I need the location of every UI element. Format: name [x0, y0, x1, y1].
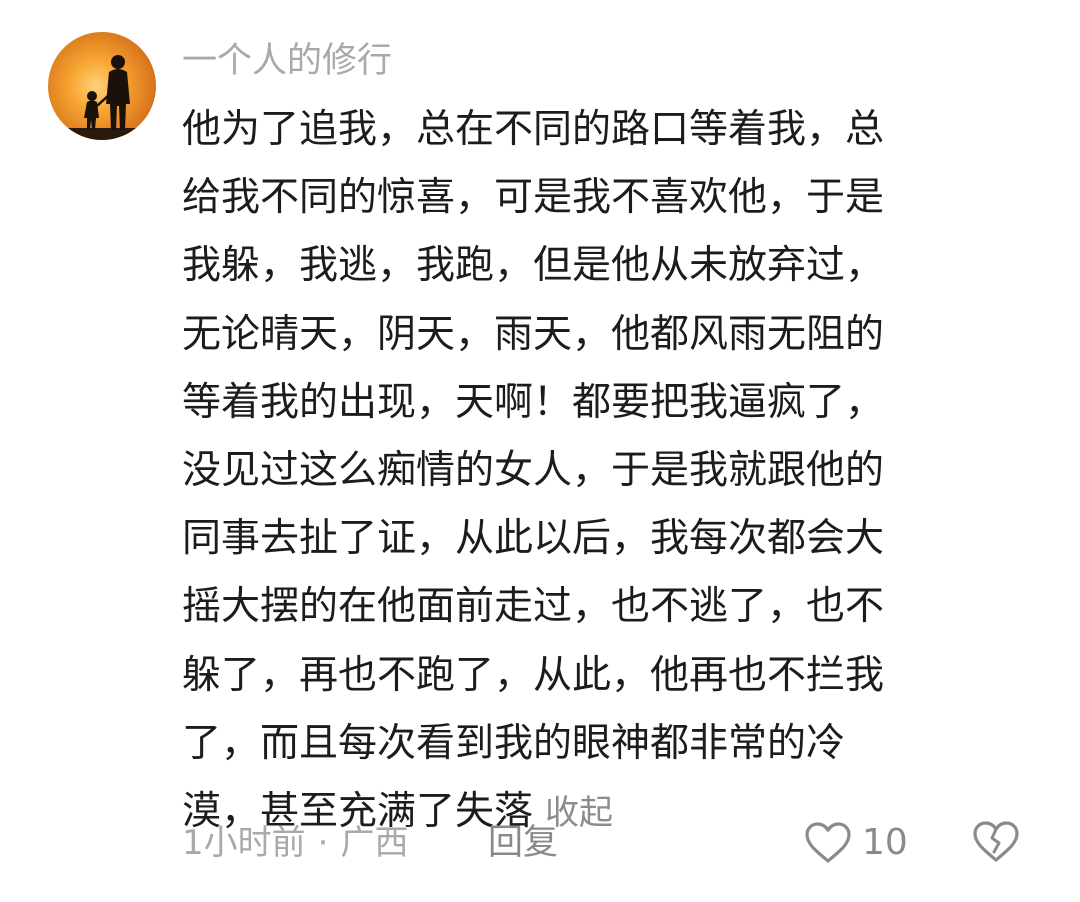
heart-outline-icon — [805, 822, 851, 863]
meta-separator: · — [317, 823, 329, 863]
reply-button[interactable]: 回复 — [488, 816, 558, 870]
comment-line: 他为了追我，总在不同的路口等着我，总 — [182, 107, 885, 152]
comment-text: 他为了追我，总在不同的路口等着我，总 给我不同的惊喜，可是我不喜欢他，于是 我躲… — [182, 96, 1012, 846]
comment-line: 等着我的出现，天啊！都要把我逼疯了， — [182, 379, 885, 425]
comment-time: 1小时前 — [182, 823, 306, 863]
silhouette-sunset-avatar-icon — [48, 32, 156, 140]
comment-meta: 1小时前 · 广西 — [182, 816, 408, 870]
comment-line: 我躲，我逃，我跑，但是他从未放弃过， — [182, 243, 885, 289]
comment-line: 给我不同的惊喜，可是我不喜欢他，于是 — [182, 175, 885, 221]
comment-line: 同事去扯了证，从此以后，我每次都会大 — [182, 516, 885, 562]
dislike-button[interactable] — [972, 819, 1020, 869]
user-avatar[interactable] — [48, 32, 156, 140]
comment-footer: 1小时前 · 广西 回复 10 — [182, 816, 1042, 870]
broken-heart-icon — [973, 821, 1019, 862]
comment-location: 广西 — [340, 823, 409, 863]
comment-line: 了，而且每次看到我的眼神都非常的冷 — [182, 720, 846, 766]
username[interactable]: 一个人的修行 — [182, 36, 392, 86]
comment-line: 摇大摆的在他面前走过，也不逃了，也不 — [182, 584, 885, 630]
like-button[interactable]: 10 — [804, 816, 908, 870]
like-count: 10 — [862, 822, 908, 863]
comment-line: 躲了，再也不跑了，从此，他再也不拦我 — [182, 652, 885, 698]
comment-line: 无论晴天，阴天，雨天，他都风雨无阻的 — [182, 311, 885, 357]
comment-card: 一个人的修行 他为了追我，总在不同的路口等着我，总 给我不同的惊喜，可是我不喜欢… — [0, 0, 1080, 902]
comment-line: 没见过这么痴情的女人，于是我就跟他的 — [182, 447, 885, 493]
